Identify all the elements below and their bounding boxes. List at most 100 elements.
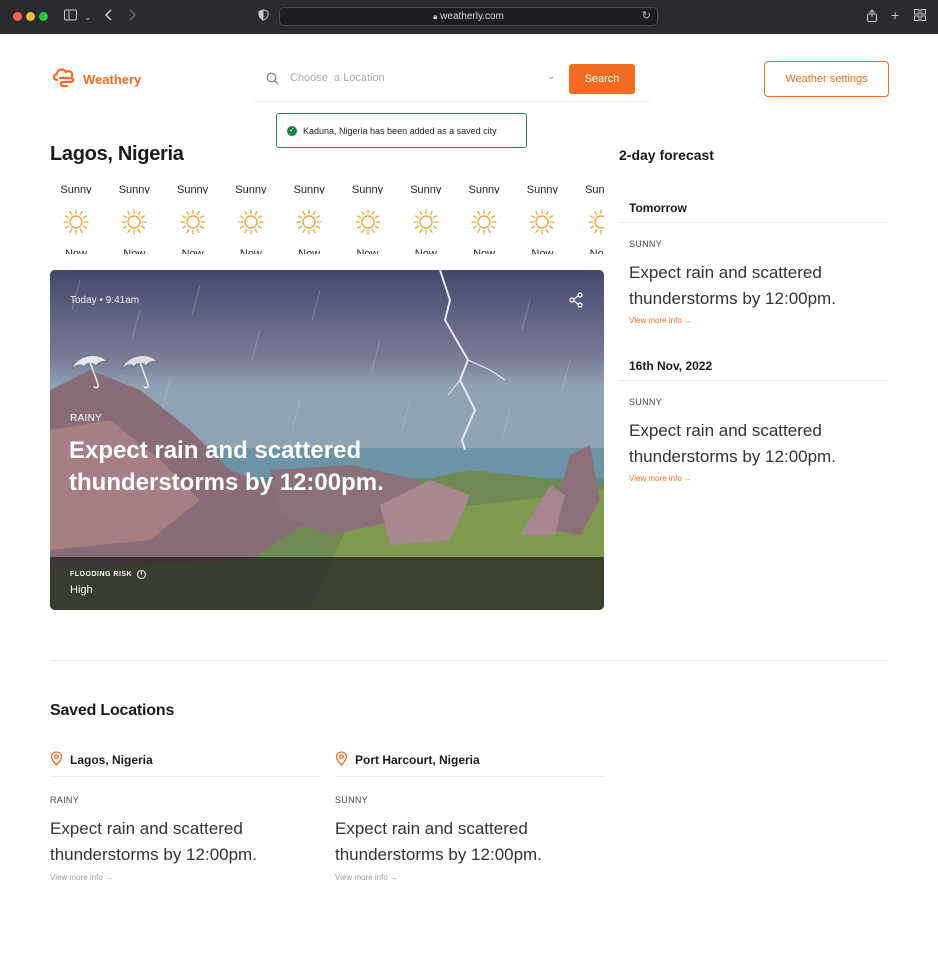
saved-location-condition: RAINY bbox=[50, 795, 80, 805]
minimize-window-button[interactable] bbox=[26, 12, 35, 21]
hourly-forecast-item[interactable]: Sunny Now bbox=[225, 180, 277, 254]
current-time: Today • 9:41am bbox=[70, 295, 140, 306]
current-condition: RAINY bbox=[70, 413, 103, 424]
location-search-input[interactable] bbox=[290, 70, 540, 86]
saved-location-name: Lagos, Nigeria bbox=[70, 753, 153, 767]
hourly-forecast-item[interactable]: Sunny Now bbox=[400, 180, 452, 254]
hourly-time-label: Now bbox=[473, 248, 496, 254]
view-more-info-link[interactable]: View more info → bbox=[50, 873, 319, 882]
hourly-forecast-item[interactable]: Sunny Now bbox=[283, 180, 335, 254]
hourly-time-label: Now bbox=[123, 248, 146, 254]
hourly-condition-label: Sunny bbox=[468, 184, 500, 194]
forecast-day-heading: 16th Nov, 2022 bbox=[619, 351, 888, 381]
weather-logo-icon bbox=[51, 64, 77, 95]
url-text: weatherly.com bbox=[440, 11, 504, 22]
tab-overview-icon[interactable] bbox=[914, 9, 926, 25]
hourly-forecast-item[interactable]: Sunny Now bbox=[50, 180, 102, 254]
weather-settings-button[interactable]: Weather settings bbox=[764, 61, 889, 97]
hourly-condition-label: Sunny bbox=[410, 184, 442, 194]
forecast-day: Tomorrow SUNNY Expect rain and scattered… bbox=[619, 193, 888, 325]
close-window-button[interactable] bbox=[13, 12, 22, 21]
share-icon[interactable] bbox=[866, 9, 878, 26]
forecast-description: Expect rain and scattered thunderstorms … bbox=[629, 263, 836, 308]
forecast-day-heading: Tomorrow bbox=[619, 193, 888, 223]
search-icon bbox=[266, 72, 279, 90]
flooding-risk-label: FLOODING RISK i bbox=[70, 570, 147, 579]
hourly-time-label: Now bbox=[589, 248, 604, 254]
view-more-info-link[interactable]: View more info → bbox=[619, 316, 888, 325]
maximize-window-button[interactable] bbox=[39, 12, 48, 21]
info-icon[interactable]: i bbox=[137, 570, 147, 579]
lock-icon: 🔒︎ bbox=[433, 12, 438, 21]
saved-locations-title: Saved Locations bbox=[50, 702, 175, 719]
hourly-forecast-item[interactable]: Sunny Now bbox=[342, 180, 394, 254]
umbrella-icon bbox=[118, 348, 162, 395]
forward-icon[interactable] bbox=[127, 9, 137, 25]
hourly-condition-label: Sunny bbox=[235, 184, 267, 194]
sun-icon bbox=[470, 208, 498, 236]
hourly-forecast-item[interactable]: Sunny Now bbox=[458, 180, 510, 254]
flooding-risk-panel bbox=[50, 557, 604, 610]
hourly-condition-label: Sunny bbox=[585, 184, 604, 194]
sun-icon bbox=[295, 208, 323, 236]
reload-icon[interactable]: ↻ bbox=[642, 8, 651, 25]
shield-icon[interactable] bbox=[258, 9, 269, 25]
hourly-time-label: Now bbox=[239, 248, 262, 254]
sun-icon bbox=[179, 208, 207, 236]
saved-location-card[interactable]: Port Harcourt, Nigeria SUNNY Expect rain… bbox=[335, 744, 604, 882]
saved-location-heading: Lagos, Nigeria bbox=[50, 744, 319, 777]
share-icon[interactable] bbox=[568, 292, 584, 313]
forecast-day: 16th Nov, 2022 SUNNY Expect rain and sca… bbox=[619, 351, 888, 483]
brand-name: Weathery bbox=[83, 72, 142, 87]
view-more-info-link[interactable]: View more info → bbox=[619, 474, 888, 483]
current-headline: Expect rain and scattered thunderstorms … bbox=[69, 437, 384, 496]
sun-icon bbox=[120, 208, 148, 236]
hourly-time-label: Now bbox=[356, 248, 379, 254]
page-title: Lagos, Nigeria bbox=[50, 143, 184, 165]
chevron-down-icon[interactable]: ⌄ bbox=[84, 9, 92, 25]
sun-icon bbox=[354, 208, 382, 236]
back-icon[interactable] bbox=[104, 9, 114, 25]
current-weather-card: Today • 9:41am RAINY Expect rain and sca… bbox=[50, 270, 604, 610]
location-pin-icon bbox=[335, 751, 348, 769]
hourly-forecast-strip[interactable]: Sunny Now Sunny Now Sunny Now Sunny Now Sunny Now… bbox=[50, 180, 604, 258]
hourly-time-label: Now bbox=[414, 248, 437, 254]
location-pin-icon bbox=[50, 751, 63, 769]
saved-location-condition: SUNNY bbox=[335, 795, 369, 805]
saved-location-description: Expect rain and scattered thunderstorms … bbox=[335, 819, 542, 864]
hourly-forecast-item[interactable]: Sunny Now bbox=[108, 180, 160, 254]
forecast-title: 2-day forecast bbox=[619, 147, 714, 163]
view-more-info-link[interactable]: View more info → bbox=[335, 873, 604, 882]
forecast-condition: SUNNY bbox=[629, 239, 663, 249]
sun-icon bbox=[412, 208, 440, 236]
hourly-time-label: Now bbox=[531, 248, 554, 254]
saved-location-card[interactable]: Lagos, Nigeria RAINY Expect rain and sca… bbox=[50, 744, 319, 882]
saved-location-description: Expect rain and scattered thunderstorms … bbox=[50, 819, 257, 864]
brand-logo[interactable]: Weathery bbox=[51, 64, 141, 95]
hourly-forecast-item[interactable]: Sunny Now bbox=[575, 180, 604, 254]
saved-city-toast: ✓ Kaduna, Nigeria has been added as a sa… bbox=[276, 113, 527, 148]
sun-icon bbox=[62, 208, 90, 236]
chevron-down-icon[interactable]: ⌄ bbox=[547, 71, 555, 82]
hourly-time-label: Now bbox=[298, 248, 321, 254]
sun-icon bbox=[528, 208, 556, 236]
hourly-time-label: Now bbox=[181, 248, 204, 254]
forecast-description: Expect rain and scattered thunderstorms … bbox=[629, 421, 836, 466]
address-bar[interactable]: 🔒︎ weatherly.com ↻ bbox=[279, 7, 658, 26]
hourly-condition-label: Sunny bbox=[526, 184, 558, 194]
flooding-risk-title: FLOODING RISK bbox=[70, 571, 133, 578]
search-button[interactable]: Search bbox=[569, 64, 635, 94]
hourly-condition-label: Sunny bbox=[176, 184, 209, 194]
saved-location-name: Port Harcourt, Nigeria bbox=[355, 753, 480, 767]
hourly-forecast-item[interactable]: Sunny Now bbox=[516, 180, 568, 254]
sun-icon bbox=[587, 208, 604, 236]
hourly-condition-label: Sunny bbox=[293, 184, 325, 194]
hourly-time-label: Now bbox=[64, 248, 87, 254]
new-tab-icon[interactable]: + bbox=[891, 7, 899, 23]
sun-icon bbox=[237, 208, 265, 236]
toast-message: Kaduna, Nigeria has been added as a save… bbox=[303, 125, 497, 136]
hourly-forecast-item[interactable]: Sunny Now bbox=[167, 180, 219, 254]
sidebar-icon[interactable] bbox=[64, 9, 78, 25]
check-circle-icon: ✓ bbox=[287, 125, 297, 136]
hourly-condition-label: Sunny bbox=[351, 184, 384, 194]
